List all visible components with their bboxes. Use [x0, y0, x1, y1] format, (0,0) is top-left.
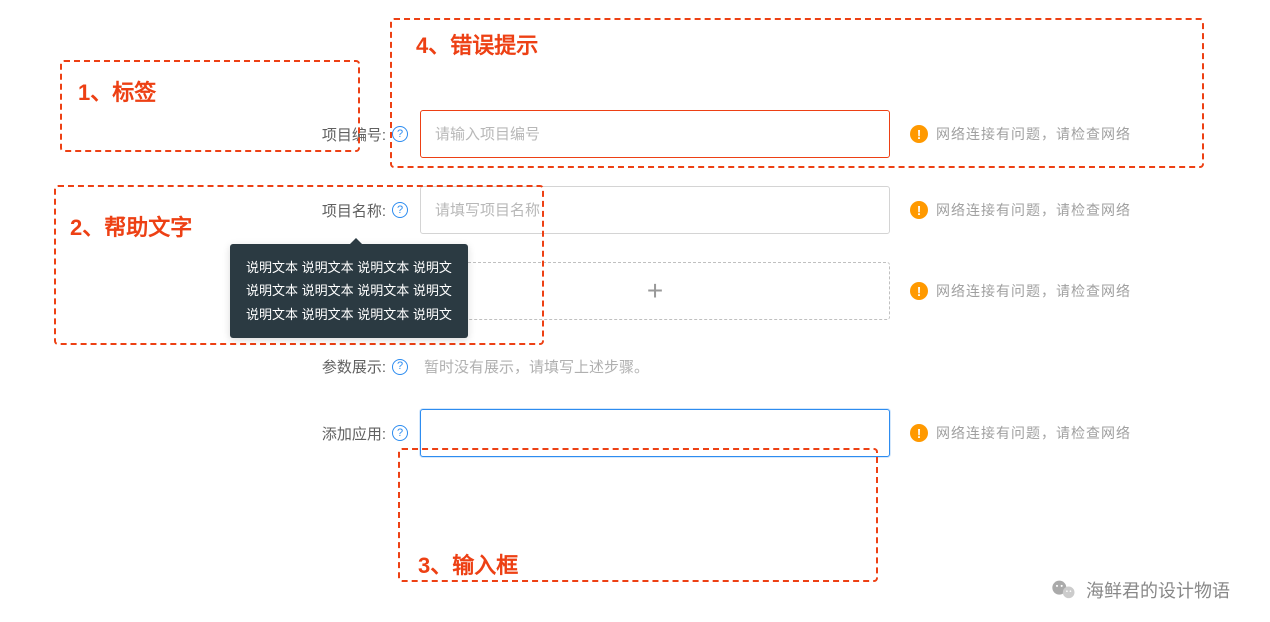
row-add-app: 添加应用: ? ! 网络连接有问题，请检查网络 [220, 409, 1230, 457]
row-project-number: 项目编号: ? ! 网络连接有问题，请检查网络 [220, 110, 1230, 158]
row-project-name: 项目名称: ? ! 网络连接有问题，请检查网络 [220, 186, 1230, 234]
label-project-number: 项目编号: ? [220, 124, 420, 145]
annotation-input-text: 3、输入框 [418, 548, 518, 580]
error-project-name: ! 网络连接有问题，请检查网络 [910, 200, 1131, 220]
wechat-icon [1050, 576, 1078, 604]
watermark-text: 海鲜君的设计物语 [1086, 577, 1230, 603]
warning-icon: ! [910, 201, 928, 219]
help-icon[interactable]: ? [392, 359, 408, 375]
form-container: 项目编号: ? ! 网络连接有问题，请检查网络 项目名称: ? ! 网络连接有问… [40, 20, 1230, 457]
warning-icon: ! [910, 424, 928, 442]
add-button[interactable]: + [420, 262, 890, 320]
label-add-app: 添加应用: ? [220, 423, 420, 444]
error-add: ! 网络连接有问题，请检查网络 [910, 281, 1131, 301]
warning-icon: ! [910, 125, 928, 143]
help-tooltip: 说明文本 说明文本 说明文本 说明文 说明文本 说明文本 说明文本 说明文 说明… [230, 244, 468, 338]
label-project-name: 项目名称: ? [220, 200, 420, 221]
param-display-text: 暂时没有展示，请填写上述步骤。 [420, 359, 649, 376]
error-add-app: ! 网络连接有问题，请检查网络 [910, 423, 1131, 443]
warning-icon: ! [910, 282, 928, 300]
help-icon[interactable]: ? [392, 202, 408, 218]
add-app-input[interactable] [420, 409, 890, 457]
error-project-number: ! 网络连接有问题，请检查网络 [910, 124, 1131, 144]
label-param-display: 参数展示: ? [220, 356, 420, 377]
row-param-display: 参数展示: ? 暂时没有展示，请填写上述步骤。 [220, 356, 1230, 377]
project-number-input[interactable] [420, 110, 890, 158]
annotation-label-text: 1、标签 [78, 75, 156, 107]
annotation-error-text: 4、错误提示 [416, 28, 538, 60]
project-name-input[interactable] [420, 186, 890, 234]
help-icon[interactable]: ? [392, 126, 408, 142]
annotation-help-text: 2、帮助文字 [70, 210, 192, 242]
watermark: 海鲜君的设计物语 [1050, 576, 1230, 604]
help-icon[interactable]: ? [392, 425, 408, 441]
